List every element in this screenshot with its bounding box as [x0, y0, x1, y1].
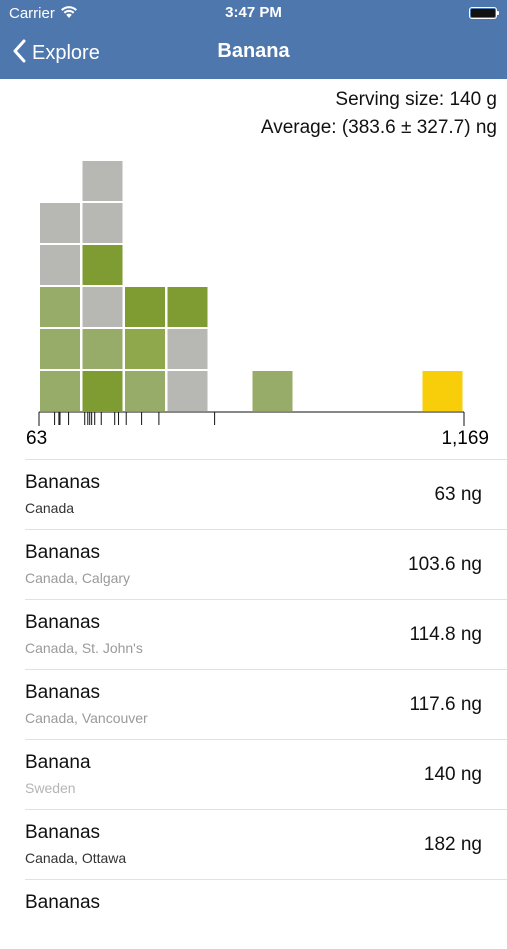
status-time: 3:47 PM	[225, 4, 282, 21]
item-location: Canada, Calgary	[25, 570, 131, 586]
histogram-bin-cell	[82, 203, 123, 243]
item-value: 63 ng	[434, 484, 482, 505]
histogram-bin-cell	[40, 371, 80, 411]
item-location: Canada, Ottawa	[25, 850, 127, 866]
item-location: Canada, Vancouver	[25, 710, 148, 726]
item-value: 117.6 ng	[409, 694, 482, 715]
item-value: 140 ng	[423, 764, 482, 785]
histogram-bin-cell	[167, 371, 208, 411]
item-name: Bananas	[25, 822, 101, 843]
item-location: Canada, St. John's	[25, 640, 143, 656]
item-name: Bananas	[25, 682, 101, 703]
serving-size: Serving size: 140 g	[335, 89, 497, 110]
item-name: Bananas	[25, 612, 101, 633]
range-max-label: 1,169	[441, 428, 489, 449]
histogram-bin-cell	[40, 245, 80, 285]
list-item[interactable]: Banana Sweden 140 ng	[25, 739, 507, 809]
histogram-bin-cell	[125, 329, 165, 369]
histogram-bin-cell	[422, 371, 463, 411]
battery-icon	[469, 7, 499, 19]
histogram-bin-cell	[40, 329, 80, 369]
list-item[interactable]: Bananas	[25, 879, 507, 949]
histogram-bin-cell	[40, 287, 80, 327]
histogram-bin-cell	[125, 287, 165, 327]
item-name: Banana	[25, 752, 91, 773]
histogram-bin-cell	[125, 371, 165, 411]
page-title: Banana	[217, 40, 290, 62]
navigation-bar: Explore Banana	[0, 28, 507, 79]
list-item[interactable]: Bananas Canada, St. John's 114.8 ng	[25, 599, 507, 669]
histogram-chart	[38, 161, 465, 426]
item-location: Sweden	[25, 780, 76, 796]
histogram-bin-cell	[82, 245, 123, 285]
histogram-bin-cell	[82, 329, 123, 369]
histogram-bin-cell	[40, 203, 80, 243]
list-item[interactable]: Bananas Canada 63 ng	[25, 459, 507, 529]
item-name: Bananas	[25, 472, 101, 493]
item-name: Bananas	[25, 542, 101, 563]
histogram-bin-cell	[82, 287, 123, 327]
histogram-bin-cell	[167, 329, 208, 369]
item-value: 114.8 ng	[409, 624, 482, 645]
average-value: Average: (383.6 ± 327.7) ng	[260, 117, 497, 138]
item-value: 103.6 ng	[408, 554, 482, 575]
histogram-bin-cell	[82, 371, 123, 411]
item-location: Canada	[25, 500, 75, 516]
list-item[interactable]: Bananas Canada, Ottawa 182 ng	[25, 809, 507, 879]
list-item[interactable]: Bananas Canada, Vancouver 117.6 ng	[25, 669, 507, 739]
list-item[interactable]: Bananas Canada, Calgary 103.6 ng	[25, 529, 507, 599]
item-name: Bananas	[25, 892, 101, 913]
item-value: 182 ng	[423, 834, 482, 855]
histogram-bin-cell	[252, 371, 293, 411]
histogram-bin-cell	[82, 161, 123, 201]
status-bar: Carrier 3:47 PM	[0, 0, 507, 28]
histogram-bin-cell	[167, 287, 208, 327]
range-min-label: 63	[26, 428, 48, 449]
sample-list: Bananas Canada 63 ng Bananas Canada, Calgary…	[0, 459, 507, 949]
